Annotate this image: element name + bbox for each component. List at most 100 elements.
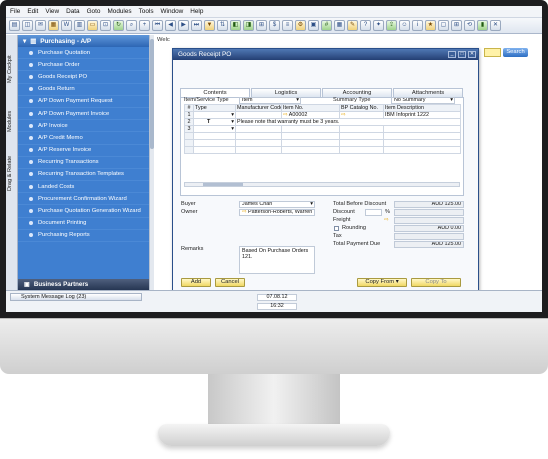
- wizard-icon[interactable]: ✦: [373, 20, 384, 31]
- module-item[interactable]: Purchase Order: [18, 59, 149, 72]
- target-document-icon[interactable]: ◨: [243, 20, 254, 31]
- excel-icon[interactable]: ▦: [48, 20, 59, 31]
- add-icon[interactable]: +: [139, 20, 150, 31]
- layout-icon[interactable]: ▣: [308, 20, 319, 31]
- word-icon[interactable]: W: [61, 20, 72, 31]
- star-icon[interactable]: ★: [425, 20, 436, 31]
- add-button[interactable]: Add: [181, 278, 211, 287]
- mail-icon[interactable]: ✉: [35, 20, 46, 31]
- maximize-icon[interactable]: □: [458, 51, 466, 58]
- export-icon[interactable]: ⇪: [386, 20, 397, 31]
- row-type-cell[interactable]: T ▾: [193, 118, 236, 126]
- table-row[interactable]: 2 T ▾ Please note that warranty must be 3…: [184, 118, 461, 126]
- module-item[interactable]: Recurring Transaction Templates: [18, 169, 149, 182]
- user-icon[interactable]: ☺: [399, 20, 410, 31]
- discount-percent-input[interactable]: [365, 209, 382, 216]
- minimize-icon[interactable]: _: [448, 51, 456, 58]
- rail-tab-modules[interactable]: Modules: [7, 101, 17, 141]
- base-document-icon[interactable]: ◧: [230, 20, 241, 31]
- owner-field[interactable]: ⇨ Patterson-Roberts, Warren: [239, 209, 315, 216]
- menu-view[interactable]: View: [45, 8, 59, 15]
- module-item[interactable]: Landed Costs: [18, 181, 149, 194]
- rail-tab-drag-relate[interactable]: Drag & Relate: [7, 143, 17, 203]
- module-item[interactable]: Purchasing Reports: [18, 230, 149, 242]
- filter-icon[interactable]: ▼: [204, 20, 215, 31]
- menu-edit[interactable]: Edit: [27, 8, 38, 15]
- window-icon[interactable]: ▢: [438, 20, 449, 31]
- find-icon[interactable]: ⌕: [126, 20, 137, 31]
- table-horizontal-scrollbar[interactable]: [184, 182, 460, 187]
- info-icon[interactable]: i: [412, 20, 423, 31]
- rail-tab-cockpit[interactable]: My Cockpit: [7, 39, 17, 99]
- pdf-icon[interactable]: ▥: [74, 20, 85, 31]
- previous-record-icon[interactable]: ◀: [165, 20, 176, 31]
- grid-icon[interactable]: ⊞: [451, 20, 462, 31]
- print-icon[interactable]: ▤: [9, 20, 20, 31]
- calculator-icon[interactable]: #: [321, 20, 332, 31]
- link-arrow-icon[interactable]: ⇨: [341, 113, 346, 118]
- item-description-cell[interactable]: IBM Infoprint 1222: [383, 111, 461, 119]
- refresh-icon[interactable]: ↻: [113, 20, 124, 31]
- gross-profit-icon[interactable]: $: [269, 20, 280, 31]
- search-input[interactable]: [484, 48, 501, 57]
- item-no-cell[interactable]: ⇨ A00002: [281, 111, 340, 119]
- relation-map-icon[interactable]: ⊞: [256, 20, 267, 31]
- link-arrow-icon[interactable]: ⇨: [283, 113, 288, 118]
- buyer-select[interactable]: James Chan ▾: [239, 201, 315, 208]
- sort-icon[interactable]: ⇅: [217, 20, 228, 31]
- folder-icon[interactable]: ▭: [87, 20, 98, 31]
- search-button[interactable]: Search: [503, 48, 528, 57]
- item-description-cell[interactable]: [383, 125, 461, 133]
- module-footer-business-partners[interactable]: ▣ Business Partners: [18, 279, 149, 290]
- tab-accounting[interactable]: Accounting: [322, 88, 392, 97]
- menu-goto[interactable]: Goto: [87, 8, 101, 15]
- settings-icon[interactable]: ⚙: [295, 20, 306, 31]
- close-all-icon[interactable]: ✕: [490, 20, 501, 31]
- link-arrow-icon[interactable]: ⇨: [242, 210, 247, 215]
- row-type-cell[interactable]: ▾: [193, 111, 236, 119]
- module-item[interactable]: Purchase Quotation: [18, 47, 149, 60]
- messages-icon[interactable]: ✎: [347, 20, 358, 31]
- link-icon[interactable]: ⟲: [464, 20, 475, 31]
- column-header-number[interactable]: #: [184, 104, 194, 112]
- module-item[interactable]: Purchase Quotation Generation Wizard: [18, 205, 149, 218]
- manufacturer-code-cell[interactable]: [235, 125, 282, 133]
- column-header-bp-catalog-no[interactable]: BP Catalog No.: [339, 104, 384, 112]
- freight-arrow-icon[interactable]: ⇨: [384, 217, 389, 223]
- menu-modules[interactable]: Modules: [107, 8, 131, 15]
- bp-catalog-no-cell[interactable]: [339, 125, 384, 133]
- system-message-log-tab[interactable]: System Message Log (23): [10, 293, 142, 301]
- cancel-button[interactable]: Cancel: [215, 278, 245, 287]
- module-item[interactable]: A/P Invoice: [18, 120, 149, 133]
- menu-window[interactable]: Window: [161, 8, 184, 15]
- table-row[interactable]: 1 ▾ ⇨ A00002 ⇨ IBM Infoprint 1222: [184, 111, 461, 119]
- row-type-cell[interactable]: ▾: [193, 125, 236, 133]
- window-title-bar[interactable]: Goods Receipt PO _ □ ✕: [173, 49, 478, 60]
- item-no-cell[interactable]: [281, 125, 340, 133]
- module-item[interactable]: A/P Down Payment Invoice: [18, 108, 149, 121]
- column-header-type[interactable]: Type: [193, 104, 236, 112]
- module-item[interactable]: Goods Return: [18, 84, 149, 96]
- column-header-item-no[interactable]: Item No.: [281, 104, 340, 112]
- calendar-icon[interactable]: ▦: [334, 20, 345, 31]
- close-icon[interactable]: ✕: [468, 51, 476, 58]
- journal-icon[interactable]: ≡: [282, 20, 293, 31]
- module-item[interactable]: Recurring Transactions: [18, 157, 149, 169]
- summary-type-select[interactable]: No Summary ▾: [391, 97, 455, 104]
- text-line-cell[interactable]: Please note that warranty must be 3 year…: [235, 118, 461, 126]
- manufacturer-code-cell[interactable]: [235, 111, 282, 119]
- remarks-textarea[interactable]: Based On Purchase Orders 121.: [239, 246, 315, 274]
- table-row[interactable]: 3 ▾: [184, 125, 461, 133]
- menu-file[interactable]: File: [10, 8, 20, 15]
- table-scroll-thumb[interactable]: [203, 183, 243, 186]
- lock-icon[interactable]: ⊡: [100, 20, 111, 31]
- preview-icon[interactable]: ◫: [22, 20, 33, 31]
- copy-to-button[interactable]: Copy To: [411, 278, 461, 287]
- chart-icon[interactable]: ▮: [477, 20, 488, 31]
- help-icon[interactable]: ?: [360, 20, 371, 31]
- tab-contents[interactable]: Contents: [180, 88, 250, 97]
- module-item[interactable]: A/P Reserve Invoice: [18, 145, 149, 157]
- menu-data[interactable]: Data: [66, 8, 80, 15]
- first-record-icon[interactable]: ⏮: [152, 20, 163, 31]
- column-header-item-description[interactable]: Item Description: [383, 104, 461, 112]
